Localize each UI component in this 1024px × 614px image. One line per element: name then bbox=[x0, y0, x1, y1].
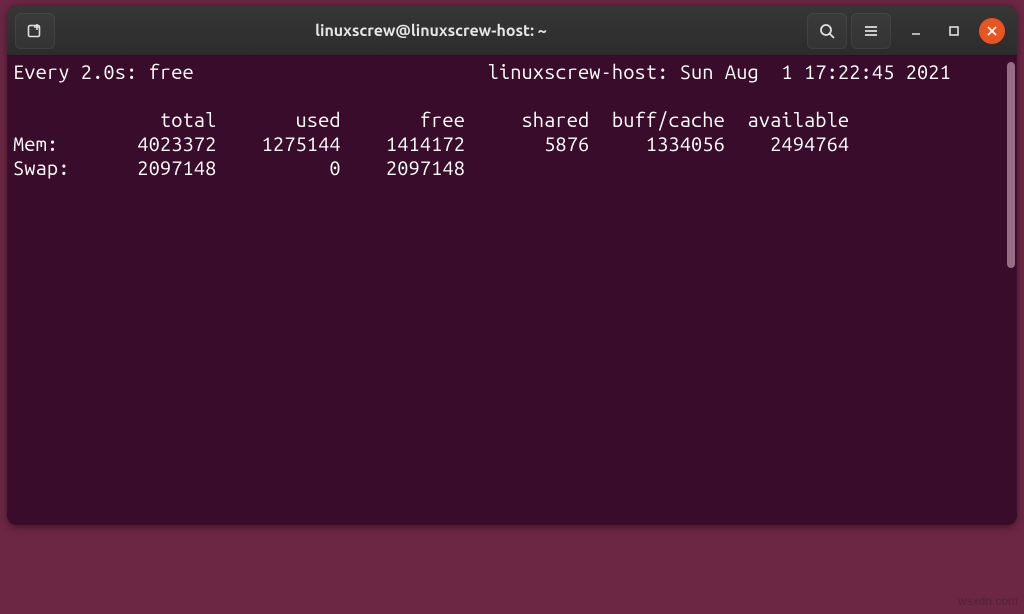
window-controls bbox=[897, 18, 1011, 44]
terminal-body[interactable]: Every 2.0s: free linuxscrew-host: Sun Au… bbox=[7, 56, 1017, 525]
close-button[interactable] bbox=[979, 18, 1005, 44]
new-tab-button[interactable] bbox=[15, 13, 55, 49]
scrollbar-thumb[interactable] bbox=[1007, 62, 1015, 268]
search-icon bbox=[818, 22, 836, 40]
minimize-icon bbox=[910, 25, 922, 37]
menu-button[interactable] bbox=[851, 13, 891, 49]
terminal-window: linuxscrew@linuxscrew-host: ~ bbox=[7, 5, 1017, 525]
terminal-output: Every 2.0s: free linuxscrew-host: Sun Au… bbox=[7, 56, 1017, 184]
maximize-icon bbox=[948, 25, 960, 37]
hamburger-icon bbox=[862, 22, 880, 40]
maximize-button[interactable] bbox=[941, 18, 967, 44]
close-icon bbox=[986, 25, 998, 37]
window-title: linuxscrew@linuxscrew-host: ~ bbox=[57, 22, 805, 40]
new-tab-icon bbox=[26, 22, 44, 40]
titlebar: linuxscrew@linuxscrew-host: ~ bbox=[7, 6, 1017, 56]
minimize-button[interactable] bbox=[903, 18, 929, 44]
watermark: wsxdn.com bbox=[958, 594, 1018, 608]
search-button[interactable] bbox=[807, 13, 847, 49]
